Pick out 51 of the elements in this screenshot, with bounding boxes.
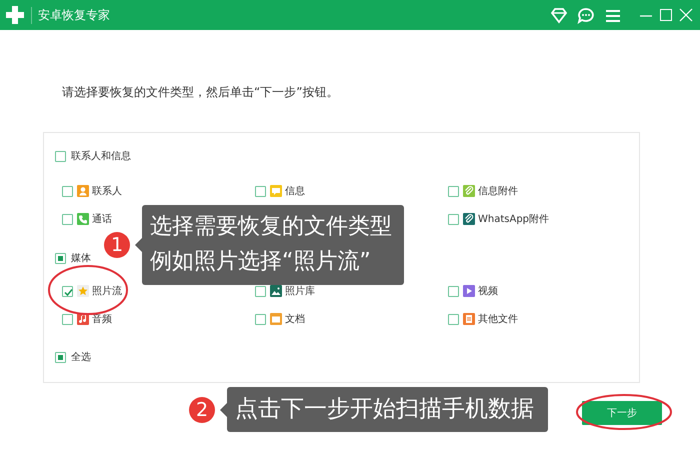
checkbox[interactable]	[255, 186, 266, 196]
file-type-label: WhatsApp附件	[478, 213, 550, 226]
checkbox[interactable]	[62, 214, 73, 224]
group-label: 全选	[71, 350, 91, 364]
file-type-label: 其他文件	[478, 312, 518, 326]
diamond-icon[interactable]	[550, 6, 568, 24]
checkbox[interactable]	[62, 186, 73, 196]
file-type-label: 照片流	[92, 284, 122, 298]
folder-icon	[270, 313, 282, 325]
callout-text: 选择需要恢复的文件类型	[150, 213, 392, 241]
chat-icon	[270, 185, 282, 197]
checkbox[interactable]	[448, 314, 459, 324]
file-type-label: 视频	[478, 284, 498, 298]
file-type-label: 通话	[92, 212, 112, 226]
maximize-icon[interactable]	[658, 7, 674, 23]
paperclip-icon	[463, 185, 475, 197]
document-icon	[463, 313, 475, 325]
step-number-badge: 1	[104, 232, 130, 258]
chat-icon[interactable]	[577, 6, 595, 24]
checkbox[interactable]	[448, 286, 459, 296]
paperclip-icon	[463, 213, 475, 225]
instruction-text: 请选择要恢复的文件类型，然后单击“下一步”按钮。	[62, 84, 340, 101]
close-icon[interactable]	[678, 7, 694, 23]
checkbox[interactable]	[62, 314, 73, 324]
next-button[interactable]: 下一步	[582, 401, 662, 425]
window-title: 安卓恢复专家	[31, 6, 110, 24]
star-icon	[77, 285, 89, 297]
checkbox[interactable]	[55, 252, 66, 264]
picture-icon	[270, 285, 282, 297]
group-label: 联系人和信息	[71, 150, 131, 163]
play-icon	[463, 285, 475, 297]
callout-text: 例如照片选择“照片流”	[150, 248, 372, 276]
callout-text: 点击下一步开始扫描手机数据	[235, 395, 534, 424]
plus-logo-icon	[5, 5, 25, 25]
checkbox[interactable]	[55, 352, 66, 362]
checkbox[interactable]	[55, 150, 66, 162]
checkbox[interactable]	[448, 214, 459, 224]
file-type-label: 信息附件	[478, 184, 518, 198]
checkbox[interactable]	[448, 186, 459, 196]
file-type-label: 照片库	[285, 284, 315, 298]
checkbox[interactable]	[62, 286, 73, 296]
group-label: 媒体	[71, 252, 91, 265]
step-number-badge: 2	[189, 396, 215, 423]
file-type-label: 音频	[92, 312, 112, 326]
file-type-label: 联系人	[92, 184, 122, 198]
phone-icon	[77, 213, 89, 225]
file-type-label: 信息	[285, 184, 305, 198]
checkbox[interactable]	[255, 286, 266, 296]
file-type-label: 文档	[285, 312, 305, 326]
person-icon	[77, 185, 89, 197]
checkbox[interactable]	[255, 314, 266, 324]
